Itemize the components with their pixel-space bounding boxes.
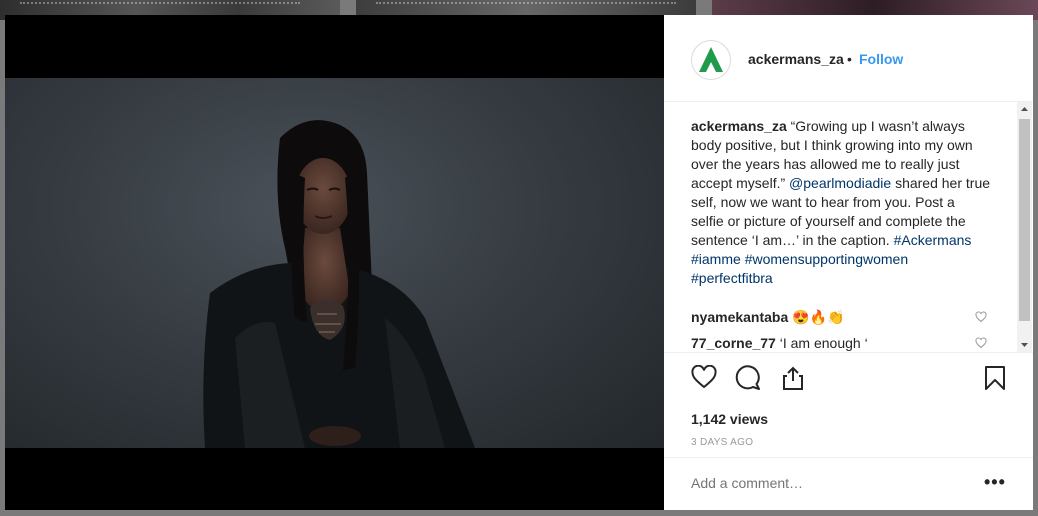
post-header: ackermans_za • Follow — [664, 15, 1033, 102]
comment-bubble-icon[interactable] — [735, 365, 761, 391]
small-heart-icon[interactable] — [975, 311, 987, 323]
ackermans-logo-icon — [699, 47, 723, 72]
scroll-down-arrow-icon[interactable] — [1017, 337, 1032, 352]
mention-link[interactable]: @pearlmodiadie — [789, 175, 891, 191]
caption-username[interactable]: ackermans_za — [691, 118, 787, 134]
post-modal: ackermans_za • Follow ackermans_za “Grow… — [5, 15, 1033, 510]
separator-dot: • — [847, 51, 852, 67]
post-sidebar: ackermans_za • Follow ackermans_za “Grow… — [664, 15, 1033, 510]
hashtag-link[interactable]: #Ackermans — [894, 232, 972, 248]
comment-row: nyamekantaba 😍🔥👏 — [691, 307, 991, 327]
video-frame — [5, 78, 664, 448]
hashtag-link[interactable]: #perfectfitbra — [691, 270, 773, 286]
comments-section[interactable]: ackermans_za “Growing up I wasn’t always… — [664, 102, 1033, 352]
view-count[interactable]: 1,142 views — [691, 411, 768, 427]
comment-username[interactable]: 77_corne_77 — [691, 335, 776, 351]
share-icon[interactable] — [780, 365, 806, 391]
small-heart-icon[interactable] — [975, 337, 987, 349]
add-comment-bar: ••• — [664, 457, 1033, 511]
scrollbar-thumb[interactable] — [1019, 119, 1030, 321]
post-date[interactable]: 3 DAYS AGO — [691, 437, 753, 448]
comment-username[interactable]: nyamekantaba — [691, 309, 788, 325]
post-author-username[interactable]: ackermans_za — [748, 51, 844, 67]
comments-scrollbar[interactable] — [1017, 102, 1032, 352]
more-options-button[interactable]: ••• — [984, 472, 1006, 493]
heart-icon[interactable] — [691, 365, 717, 389]
scroll-up-arrow-icon[interactable] — [1017, 102, 1032, 117]
avatar[interactable] — [691, 40, 731, 80]
woman-in-robe-image — [203, 120, 476, 448]
comment-text: 😍🔥👏 — [788, 309, 845, 325]
comment-row: 77_corne_77 ‘I am enough ‘ — [691, 333, 991, 352]
hashtag-link[interactable]: #womensupportingwomen — [745, 251, 908, 267]
bookmark-icon[interactable] — [984, 365, 1006, 391]
comment-text: ‘I am enough ‘ — [775, 335, 868, 351]
post-actions: 1,142 views 3 DAYS AGO — [664, 352, 1033, 448]
hashtag-link[interactable]: #iamme — [691, 251, 741, 267]
follow-button[interactable]: Follow — [859, 51, 903, 67]
add-comment-input[interactable] — [691, 475, 961, 491]
post-video[interactable] — [5, 15, 664, 510]
post-caption: ackermans_za “Growing up I wasn’t always… — [691, 117, 991, 288]
